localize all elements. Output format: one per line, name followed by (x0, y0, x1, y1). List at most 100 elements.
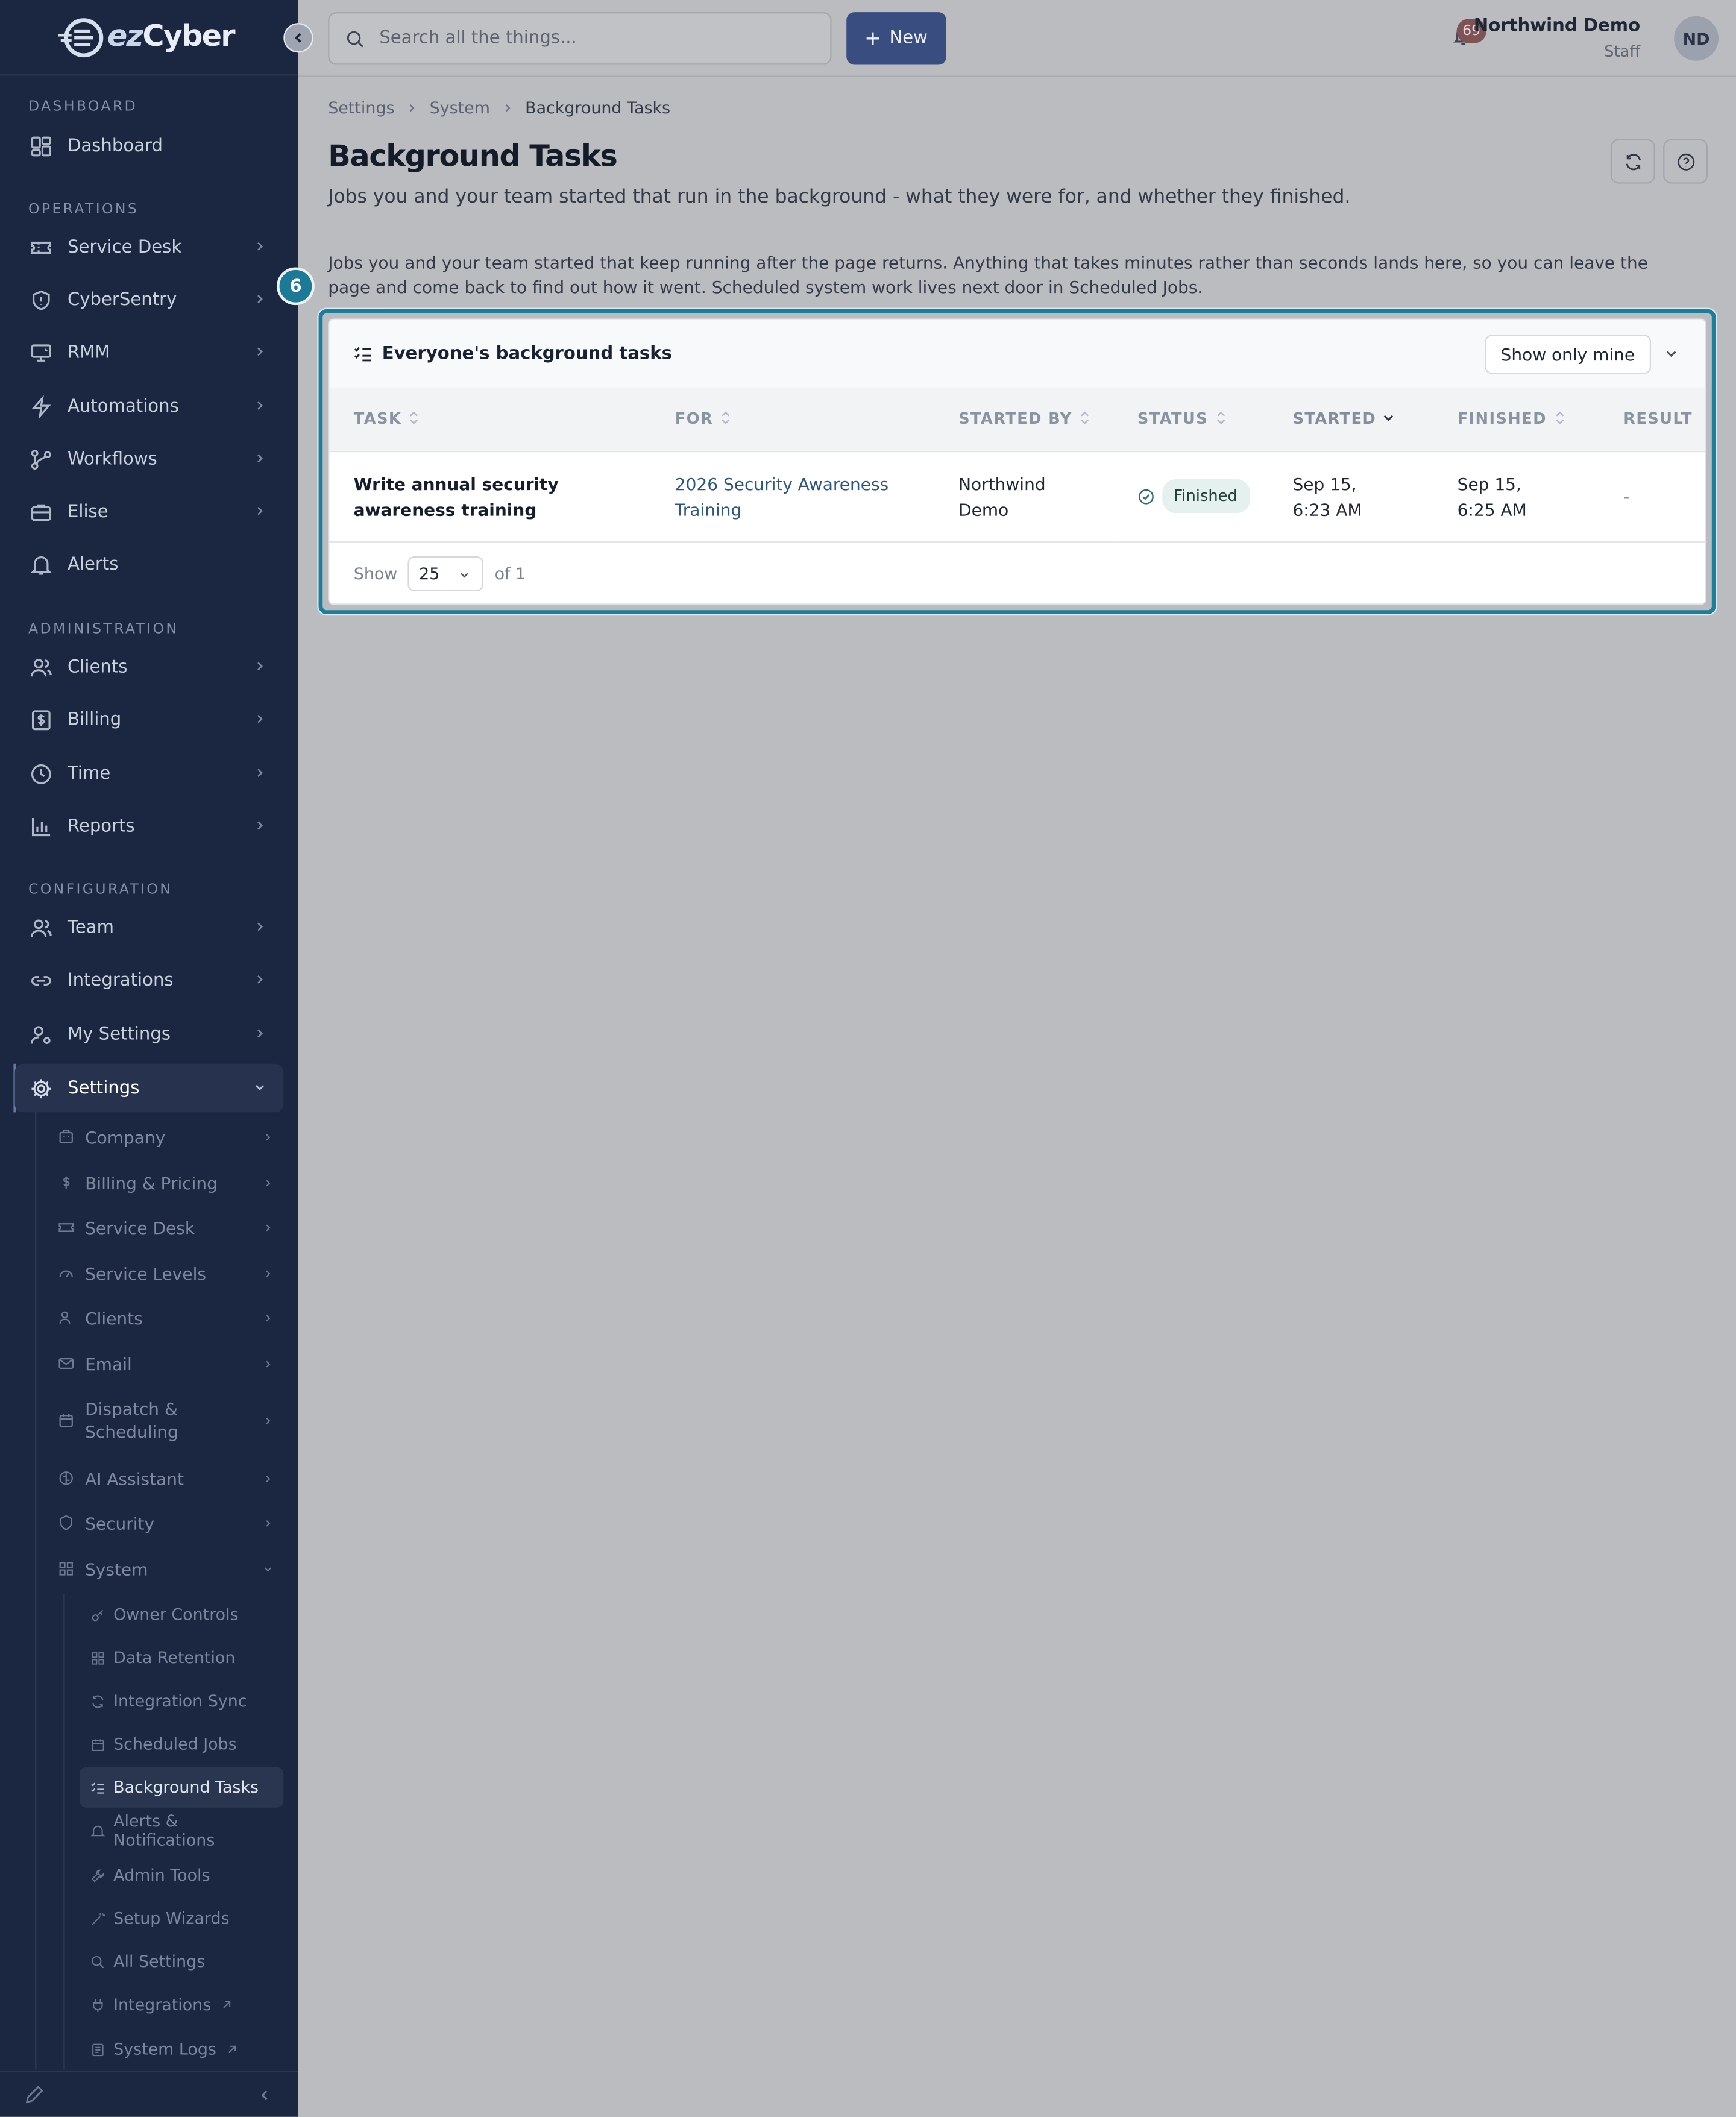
app-logo[interactable]: ezCyber (0, 0, 298, 76)
chevron-down-icon[interactable] (1664, 347, 1678, 360)
settings-sub-email[interactable]: Email (45, 1343, 283, 1383)
sidebar-item-automations[interactable]: Automations (15, 382, 284, 431)
sidebar-item-my-settings[interactable]: My Settings (15, 1010, 284, 1058)
sidebar-item-integrations[interactable]: Integrations (15, 956, 284, 1005)
sidebar-item-settings[interactable]: Settings (14, 1063, 284, 1113)
brain-icon (58, 1470, 74, 1486)
sidebar-item-elise[interactable]: Elise (15, 487, 284, 536)
chevron-right-icon (266, 1417, 271, 1424)
logo-wordmark: ezCyber (107, 20, 236, 54)
monitor-icon (28, 340, 52, 364)
settings-sub-service-desk[interactable]: Service Desk (45, 1207, 283, 1247)
mail-icon (58, 1356, 74, 1372)
settings-sub-clients[interactable]: Clients (45, 1297, 283, 1338)
column-header-started[interactable]: STARTED (1268, 387, 1433, 452)
sidebar-item-team[interactable]: Team (15, 903, 284, 952)
subsub-item-label: Alerts & Notifications (113, 1811, 215, 1850)
sidebar-item-label: CyberSentry (67, 289, 177, 310)
sort-icon (1081, 412, 1089, 425)
system-sub-system-logs[interactable]: System Logs (80, 2029, 283, 2069)
avatar[interactable]: ND (1674, 16, 1719, 61)
refresh-icon (1625, 153, 1640, 170)
user-name[interactable]: Northwind Demo (1474, 16, 1640, 37)
system-sub-integration-sync[interactable]: Integration Sync (80, 1681, 283, 1721)
sidebar-item-alerts[interactable]: Alerts (15, 540, 284, 589)
column-header-status[interactable]: STATUS (1113, 387, 1269, 452)
chevron-right-icon (266, 1270, 271, 1277)
sidebar-item-reports[interactable]: Reports (15, 802, 284, 851)
settings-sub-company[interactable]: Company (45, 1116, 283, 1157)
help-circle-icon (1677, 153, 1694, 170)
search-input[interactable] (379, 28, 811, 49)
system-sub-background-tasks[interactable]: Background Tasks (80, 1767, 284, 1808)
briefcase-icon (28, 500, 52, 524)
system-sub-all-settings[interactable]: All Settings (80, 1942, 283, 1982)
page-size-value: 25 (419, 564, 440, 584)
settings-sub-security[interactable]: Security (45, 1503, 283, 1543)
started-cell: Sep 15, 6:23 AM (1292, 473, 1362, 520)
sidebar-item-billing[interactable]: Billing (15, 695, 284, 744)
sidebar-item-service-desk[interactable]: Service Desk (15, 223, 284, 272)
sub-item-label: Service Levels (85, 1263, 206, 1283)
ticket-icon (58, 1219, 74, 1235)
page-description: Jobs you and your team started that keep… (328, 252, 1649, 297)
chevron-down-icon (265, 1567, 271, 1572)
refresh-button[interactable] (1610, 139, 1655, 184)
system-sub-integrations[interactable]: Integrations (80, 1984, 283, 2025)
user-cog-icon (28, 1022, 52, 1046)
page-size-select[interactable]: 25 (408, 556, 484, 591)
sidebar-item-cybersentry[interactable]: CyberSentry (15, 275, 284, 324)
system-sub-setup-wizards[interactable]: Setup Wizards (80, 1898, 283, 1939)
settings-sub-dispatch-scheduling[interactable]: Dispatch & Scheduling (45, 1393, 283, 1447)
pager-show-label: Show (353, 564, 398, 584)
sidebar-toggle-button[interactable] (283, 23, 313, 53)
sidebar-item-time[interactable]: Time (15, 749, 284, 798)
collapse-sidebar-icon[interactable] (258, 2089, 271, 2102)
sub-item-label: Billing & Pricing (85, 1172, 218, 1193)
chevron-right-icon (257, 401, 263, 410)
system-sub-alerts-notifications[interactable]: Alerts & Notifications (80, 1810, 283, 1851)
column-header-for[interactable]: FOR (650, 387, 934, 452)
sidebar-item-label: Billing (67, 709, 122, 730)
table-row[interactable]: Write annual security awareness training… (329, 451, 1705, 542)
settings-sub-billing-pricing[interactable]: Billing & Pricing (45, 1162, 283, 1203)
column-header-started-by[interactable]: STARTED BY (934, 387, 1113, 452)
edit-icon[interactable] (24, 2084, 45, 2105)
log-icon (90, 2042, 105, 2057)
chevron-right-icon (257, 506, 263, 515)
card-title: Everyone's background tasks (382, 343, 672, 364)
sidebar-item-dashboard[interactable]: Dashboard (15, 122, 284, 171)
sync-icon (90, 1694, 105, 1709)
column-header-finished[interactable]: FINISHED (1433, 387, 1599, 452)
search-icon (90, 1954, 105, 1969)
settings-sub-service-levels[interactable]: Service Levels (45, 1253, 283, 1293)
sub-item-label: Dispatch & Scheduling (85, 1398, 178, 1442)
settings-sub-ai-assistant[interactable]: AI Assistant (45, 1458, 283, 1499)
breadcrumb-settings[interactable]: Settings (328, 98, 394, 117)
new-button[interactable]: New (846, 12, 946, 65)
sidebar-item-rmm[interactable]: RMM (15, 328, 284, 377)
chevron-right-icon (266, 1520, 271, 1527)
breadcrumb-system[interactable]: System (430, 98, 490, 117)
sub-item-label: Email (85, 1353, 132, 1374)
global-search[interactable] (328, 12, 832, 65)
system-sub-admin-tools[interactable]: Admin Tools (80, 1855, 283, 1895)
list-check-icon (354, 347, 371, 362)
sidebar-item-workflows[interactable]: Workflows (15, 435, 284, 483)
for-link[interactable]: 2026 Security Awareness Training (650, 451, 934, 541)
ticket-icon (28, 235, 52, 259)
step-number-badge: 6 (277, 267, 315, 306)
column-header-task[interactable]: TASK (329, 387, 651, 452)
sidebar-item-label: Clients (67, 656, 128, 678)
settings-sub-system[interactable]: System (45, 1549, 283, 1589)
system-sub-data-retention[interactable]: Data Retention (80, 1638, 283, 1678)
owner-filter-select[interactable]: Show only mine (1484, 335, 1652, 374)
system-sub-owner-controls[interactable]: Owner Controls (80, 1594, 283, 1635)
help-button[interactable] (1663, 139, 1708, 184)
sidebar-item-clients[interactable]: Clients (15, 643, 284, 691)
chevron-right-icon (266, 1360, 271, 1368)
finished-cell: Sep 15, 6:25 AM (1457, 473, 1527, 520)
system-sub-scheduled-jobs[interactable]: Scheduled Jobs (80, 1724, 283, 1764)
background-tasks-card: Everyone's background tasks Show only mi… (328, 318, 1706, 605)
sidebar-item-label: Workflows (67, 448, 157, 470)
